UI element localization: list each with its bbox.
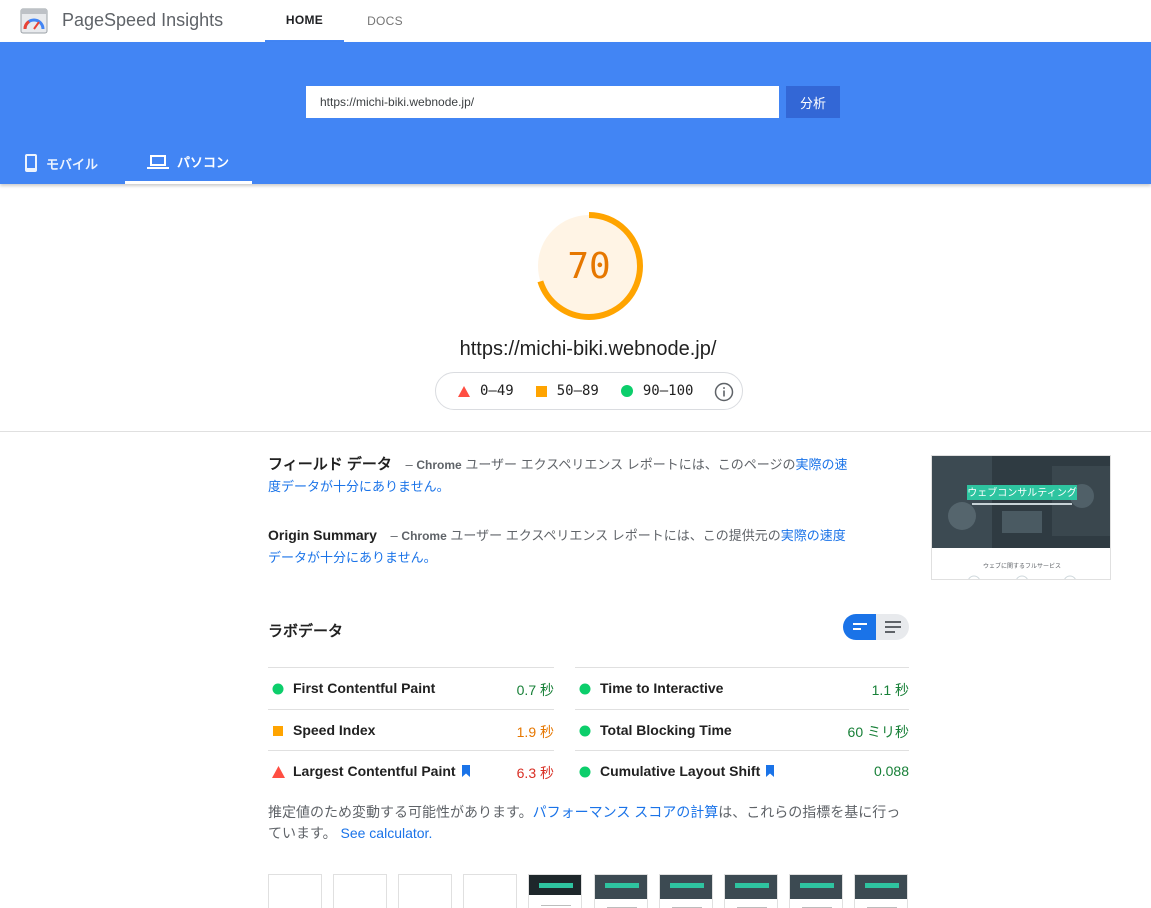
circle-icon (579, 725, 591, 736)
final-screenshot: ウェブコンサルティング ウェブに関するフルサービス (931, 455, 1111, 580)
tab-desktop-label: パソコン (177, 155, 230, 170)
circle-icon (620, 385, 633, 397)
metric-name-text: First Contentful Paint (293, 680, 436, 696)
filmstrip-frame (594, 874, 648, 908)
app-bar: PageSpeed Insights HOME DOCS (0, 0, 1151, 42)
metrics-note: 推定値のため変動する可能性があります。パフォーマンス スコアの計算は、これらの指… (268, 802, 908, 844)
metric-name: Largest Contentful Paint (293, 763, 471, 779)
field-data-dash: – (405, 457, 413, 472)
filmstrip-frame (724, 874, 778, 908)
metrics-view-toggle[interactable] (843, 614, 909, 640)
analyze-button[interactable]: 分析 (786, 86, 840, 118)
tab-mobile-label: モバイル (46, 156, 99, 172)
see-calculator-link[interactable]: See calculator. (341, 825, 433, 841)
section-divider (0, 431, 1151, 432)
bookmark-icon[interactable] (765, 765, 775, 777)
metric-row: Total Blocking Time 60 ミリ秒 (575, 708, 909, 751)
info-icon[interactable] (714, 382, 734, 402)
origin-summary-text: ユーザー エクスペリエンス レポートには、この提供元の (446, 528, 781, 543)
filmstrip-frame (854, 874, 908, 908)
nav-tab-home[interactable]: HOME (265, 0, 344, 42)
field-data-chrome: Chrome (416, 458, 462, 472)
legend-pass-range: 90–100 (642, 383, 694, 399)
metric-name: First Contentful Paint (293, 680, 435, 696)
metric-value: 60 ミリ秒 (847, 723, 909, 740)
score-calculation-link[interactable]: パフォーマンス スコアの計算 (533, 804, 719, 820)
note-text-1: 推定値のため変動する可能性があります。 (268, 804, 533, 820)
origin-summary-section: Origin Summary – Chrome ユーザー エクスペリエンス レポ… (268, 525, 858, 568)
circle-icon (272, 683, 284, 695)
url-input[interactable] (306, 86, 779, 118)
field-data-text: ユーザー エクスペリエンス レポートには、このページの (461, 457, 796, 472)
expanded-view-button[interactable] (876, 614, 909, 640)
metric-name: Cumulative Layout Shift (600, 763, 775, 779)
square-icon (535, 385, 547, 397)
metric-row: Largest Contentful Paint 6.3 秒 (268, 750, 554, 792)
triangle-icon (272, 766, 285, 778)
metric-name-text: Cumulative Layout Shift (600, 763, 761, 779)
origin-summary-dash: – (390, 528, 398, 543)
performance-score-gauge: 70 (535, 212, 643, 320)
metric-name-text: Largest Contentful Paint (293, 763, 456, 779)
smartphone-icon (25, 154, 37, 172)
legend-pass: 90–100 (620, 383, 694, 399)
thumb-headline: ウェブコンサルティング (967, 486, 1076, 499)
metric-value: 1.1 秒 (871, 682, 909, 698)
hero-banner: 分析 モバイル パソコン (0, 42, 1151, 184)
origin-summary-chrome: Chrome (401, 529, 447, 543)
thumb-subline: ウェブに関するフルサービス (983, 562, 1061, 570)
metric-name: Total Blocking Time (600, 722, 732, 738)
score-legend: 0–49 50–89 90–100 (435, 372, 743, 410)
laptop-icon (147, 154, 169, 169)
field-data-title: フィールド データ (268, 456, 392, 473)
metric-name-text: Time to Interactive (600, 680, 724, 696)
filmstrip-frame (398, 874, 452, 908)
metric-row: Speed Index 1.9 秒 (268, 708, 554, 751)
app-title: PageSpeed Insights (62, 10, 224, 30)
legend-average: 50–89 (535, 383, 599, 399)
metric-row: Time to Interactive 1.1 秒 (575, 667, 909, 709)
legend-fail-range: 0–49 (480, 383, 514, 399)
metric-name: Time to Interactive (600, 680, 723, 696)
score-value: 70 (567, 245, 611, 287)
metric-value: 6.3 秒 (516, 765, 554, 781)
metric-row: Cumulative Layout Shift 0.088 (575, 750, 909, 792)
filmstrip-frame (463, 874, 517, 908)
nav-tab-docs[interactable]: DOCS (349, 0, 421, 42)
metric-value: 1.9 秒 (516, 723, 554, 740)
legend-average-range: 50–89 (556, 383, 599, 399)
filmstrip-frame (268, 874, 322, 908)
origin-summary-title: Origin Summary (268, 527, 377, 543)
triangle-icon (458, 385, 470, 397)
metric-name-text: Total Blocking Time (600, 721, 732, 738)
metric-name: Speed Index (293, 722, 375, 738)
lab-data-title: ラボデータ (268, 623, 344, 640)
final-screenshot-image: ウェブコンサルティング ウェブに関するフルサービス (932, 456, 1110, 579)
metric-name-text: Speed Index (293, 721, 376, 738)
compact-view-button[interactable] (843, 614, 876, 640)
filmstrip-frame (789, 874, 843, 908)
filmstrip (268, 874, 910, 908)
legend-fail: 0–49 (458, 383, 514, 399)
square-icon (273, 725, 283, 736)
filmstrip-frame (659, 874, 713, 908)
metric-row: First Contentful Paint 0.7 秒 (268, 667, 554, 709)
filmstrip-frame (528, 874, 582, 908)
tested-url: https://michi-biki.webnode.jp/ (459, 338, 717, 360)
bookmark-icon[interactable] (461, 765, 471, 777)
filmstrip-frame (333, 874, 387, 908)
pagespeed-logo-icon[interactable] (20, 8, 48, 34)
circle-icon (579, 766, 591, 778)
short-lines-icon (852, 623, 867, 630)
lines-icon (884, 621, 901, 633)
metric-value: 0.088 (873, 763, 909, 779)
field-data-section: フィールド データ – Chrome ユーザー エクスペリエンス レポートには、… (268, 454, 858, 497)
metric-value: 0.7 秒 (516, 682, 554, 698)
tab-mobile[interactable]: モバイル (24, 142, 124, 184)
tab-desktop[interactable]: パソコン (125, 142, 252, 184)
circle-icon (579, 683, 591, 695)
